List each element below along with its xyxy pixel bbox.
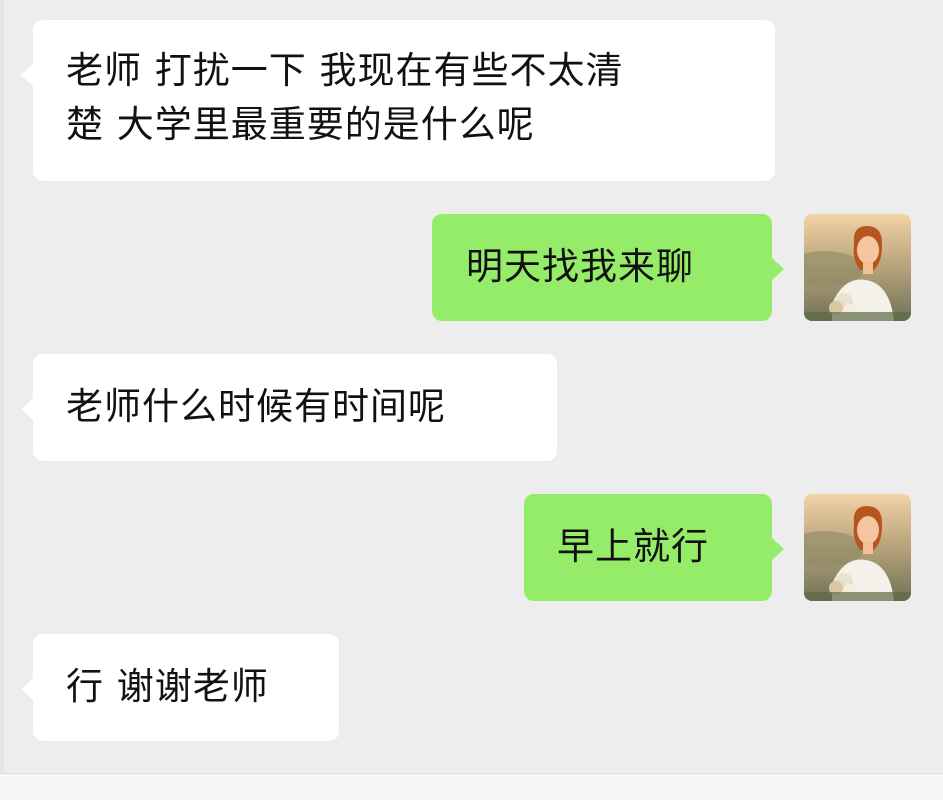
message-text: 行 谢谢老师 — [66, 665, 269, 708]
chat-input-bar-edge — [0, 773, 943, 800]
message-bubble-incoming[interactable]: 行 谢谢老师 — [21, 634, 339, 741]
message-text-line: 老师 打扰一下 我现在有些不太清 — [66, 49, 624, 92]
message-bubble-outgoing[interactable]: 早上就行 — [524, 494, 784, 601]
message-bubble-outgoing[interactable]: 明天找我来聊 — [432, 214, 784, 321]
message-bubble-incoming[interactable]: 老师什么时候有时间呢 — [21, 354, 557, 461]
message-bubble-incoming[interactable]: 老师 打扰一下 我现在有些不太清 楚 大学里最重要的是什么呢 — [21, 20, 775, 181]
chat-left-edge — [0, 0, 4, 774]
sender-avatar[interactable] — [804, 214, 911, 321]
message-text-line: 楚 大学里最重要的是什么呢 — [66, 103, 535, 146]
avatar-photo-icon — [804, 494, 911, 601]
message-text: 明天找我来聊 — [466, 245, 694, 288]
message-text: 早上就行 — [557, 525, 709, 568]
message-text: 老师什么时候有时间呢 — [66, 385, 446, 428]
sender-avatar[interactable] — [804, 494, 911, 601]
avatar-photo-icon — [804, 214, 911, 321]
